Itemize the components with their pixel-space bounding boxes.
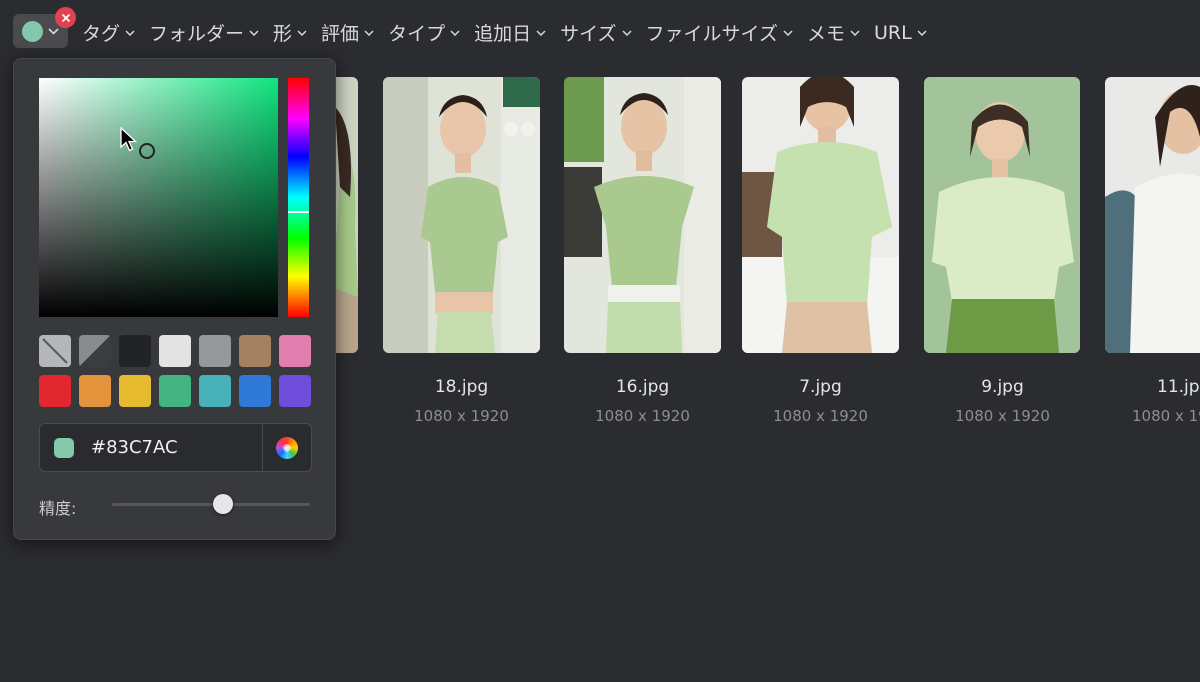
- clear-color-filter-icon[interactable]: [55, 7, 76, 28]
- file-name: 16.jpg: [615, 377, 670, 397]
- file-dimensions: 1080 x 1920: [414, 407, 509, 425]
- filter-date-added[interactable]: 追加日: [474, 19, 546, 46]
- file-name: 18.jpg: [434, 377, 489, 397]
- filter-file-size[interactable]: ファイルサイズ: [646, 19, 793, 46]
- filter-label: メモ: [806, 23, 845, 45]
- swatch-blue[interactable]: [239, 375, 271, 407]
- chevron-down-icon: [850, 29, 860, 36]
- thumbnail-image[interactable]: [924, 77, 1080, 353]
- swatch-black[interactable]: [119, 335, 151, 367]
- file-name: 9.jpg: [981, 377, 1024, 397]
- filter-size[interactable]: サイズ: [560, 19, 632, 46]
- chevron-down-icon: [249, 29, 259, 36]
- thumbnail-image[interactable]: [742, 77, 899, 353]
- chevron-down-icon: [450, 29, 460, 36]
- saturation-value-area[interactable]: [39, 78, 278, 317]
- chevron-down-icon: [125, 29, 135, 36]
- color-selection-handle[interactable]: [139, 143, 155, 159]
- color-wheel-button[interactable]: [262, 424, 311, 471]
- preset-swatches: [39, 335, 311, 407]
- hex-value[interactable]: #83C7AC: [91, 437, 178, 458]
- file-dimensions: 1080 x 1920: [1132, 407, 1200, 425]
- swatch-none[interactable]: [39, 335, 71, 367]
- hue-slider[interactable]: [288, 78, 309, 317]
- filter-label: タイプ: [388, 23, 446, 45]
- filter-label: フォルダー: [149, 23, 245, 45]
- current-color-chip: [54, 438, 74, 458]
- filter-type[interactable]: タイプ: [388, 19, 460, 46]
- swatch-gray[interactable]: [199, 335, 231, 367]
- filter-label: 追加日: [474, 23, 532, 45]
- file-dimensions: 1080 x 1920: [773, 407, 868, 425]
- thumbnail-image[interactable]: [564, 77, 721, 353]
- swatch-transparent[interactable]: [79, 335, 111, 367]
- thumbnail-image[interactable]: [1105, 77, 1200, 353]
- swatch-yellow[interactable]: [119, 375, 151, 407]
- swatch-red[interactable]: [39, 375, 71, 407]
- filter-shape[interactable]: 形: [273, 19, 307, 46]
- chevron-down-icon: [783, 29, 793, 36]
- hex-color-field[interactable]: #83C7AC: [39, 423, 312, 472]
- color-wheel-icon: [276, 436, 298, 459]
- chevron-down-icon: [536, 29, 546, 36]
- selected-color-dot: [22, 20, 43, 42]
- filter-label: 形: [273, 23, 293, 45]
- color-picker-popover: #83C7AC 精度:: [13, 58, 336, 540]
- swatch-pink[interactable]: [279, 335, 311, 367]
- filter-label: サイズ: [560, 23, 617, 45]
- mouse-pointer-icon: [120, 126, 138, 157]
- file-name: 7.jpg: [799, 377, 842, 397]
- file-dimensions: 1080 x 1920: [595, 407, 690, 425]
- filter-label: タグ: [82, 23, 121, 45]
- filter-folder[interactable]: フォルダー: [149, 19, 259, 46]
- thumbnail-image[interactable]: [383, 77, 540, 353]
- filter-memo[interactable]: メモ: [807, 19, 860, 46]
- swatch-teal[interactable]: [199, 375, 231, 407]
- filter-label: 評価: [321, 23, 360, 45]
- chevron-down-icon: [297, 29, 307, 36]
- filter-bar: タグ フォルダー 形 評価 タイプ 追加日 サイズ ファイルサイズ メモ URL: [0, 0, 1200, 62]
- swatch-white[interactable]: [159, 335, 191, 367]
- precision-label: 精度:: [39, 499, 77, 518]
- chevron-down-icon: [622, 29, 632, 36]
- file-dimensions: 1080 x 1920: [955, 407, 1050, 425]
- swatch-brown[interactable]: [239, 335, 271, 367]
- swatch-green[interactable]: [159, 375, 191, 407]
- file-name: 11.jpg: [1157, 377, 1200, 397]
- chevron-down-icon: [364, 29, 374, 36]
- filter-label: ファイルサイズ: [645, 23, 778, 45]
- chevron-down-icon: [917, 29, 927, 36]
- filter-rating[interactable]: 評価: [321, 19, 374, 46]
- precision-slider-knob[interactable]: [212, 494, 233, 514]
- hue-slider-handle[interactable]: [288, 211, 309, 213]
- filter-tag[interactable]: タグ: [82, 19, 135, 46]
- swatch-orange[interactable]: [79, 375, 111, 407]
- filter-url[interactable]: URL: [874, 22, 927, 44]
- precision-slider[interactable]: [112, 503, 310, 506]
- chevron-down-icon: [48, 27, 59, 35]
- filter-list: タグ フォルダー 形 評価 タイプ 追加日 サイズ ファイルサイズ メモ URL: [82, 19, 941, 46]
- swatch-purple[interactable]: [279, 375, 311, 407]
- filter-label: URL: [873, 21, 912, 44]
